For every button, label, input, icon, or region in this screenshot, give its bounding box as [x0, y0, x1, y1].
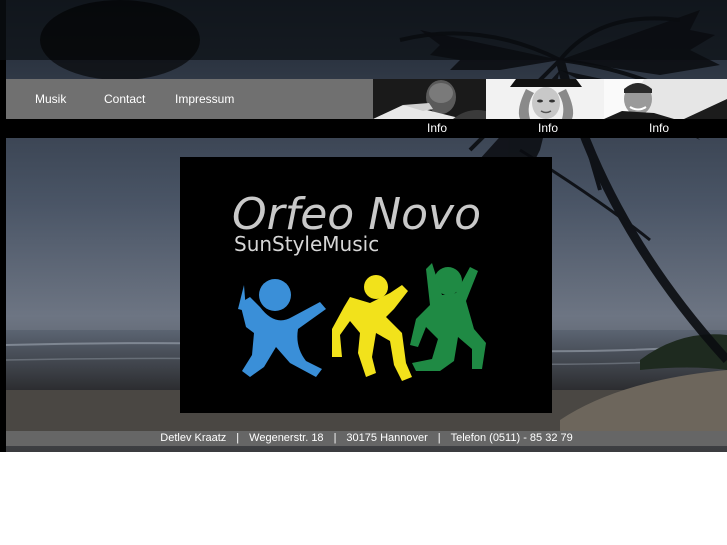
artist-photo-3[interactable]: [604, 79, 727, 119]
orfeo-novo-logo: Orfeo Novo SunStyleMusic: [180, 157, 552, 413]
footer-name: Detlev Kraatz: [160, 432, 227, 444]
artist-photo-1[interactable]: [373, 79, 486, 119]
nav-link-musik[interactable]: Musik: [35, 79, 66, 119]
info-bar: Info Info Info: [6, 119, 727, 138]
info-link-2[interactable]: Info: [538, 119, 558, 138]
page-stage: Musik Contact Impressum Info Info Info O…: [0, 0, 727, 452]
artist-photos: [373, 79, 727, 119]
footer-separator: |: [333, 432, 337, 444]
footer-separator: |: [236, 432, 240, 444]
info-link-3[interactable]: Info: [649, 119, 669, 138]
yellow-dancer-figure: [332, 275, 412, 381]
footer-address-bar: Detlev Kraatz | Wegenerstr. 18 | 30175 Hanno…: [6, 431, 727, 446]
nav-link-contact[interactable]: Contact: [104, 79, 145, 119]
footer-separator: |: [437, 432, 441, 444]
footer-phone: Telefon (0511) - 85 32 79: [450, 432, 573, 444]
main-navigation: Musik Contact Impressum: [6, 79, 373, 119]
footer-address: Detlev Kraatz | Wegenerstr. 18 | 30175 Hanno…: [6, 431, 727, 446]
green-dancer-figure: [410, 263, 486, 371]
blue-dancer-figure: [238, 279, 326, 377]
logo-subtitle: SunStyleMusic: [234, 232, 379, 256]
info-link-1[interactable]: Info: [427, 119, 447, 138]
footer-street: Wegenerstr. 18: [249, 432, 324, 444]
nav-link-impressum[interactable]: Impressum: [175, 79, 234, 119]
artist-photo-2[interactable]: [486, 79, 604, 119]
footer-city: 30175 Hannover: [346, 432, 428, 444]
